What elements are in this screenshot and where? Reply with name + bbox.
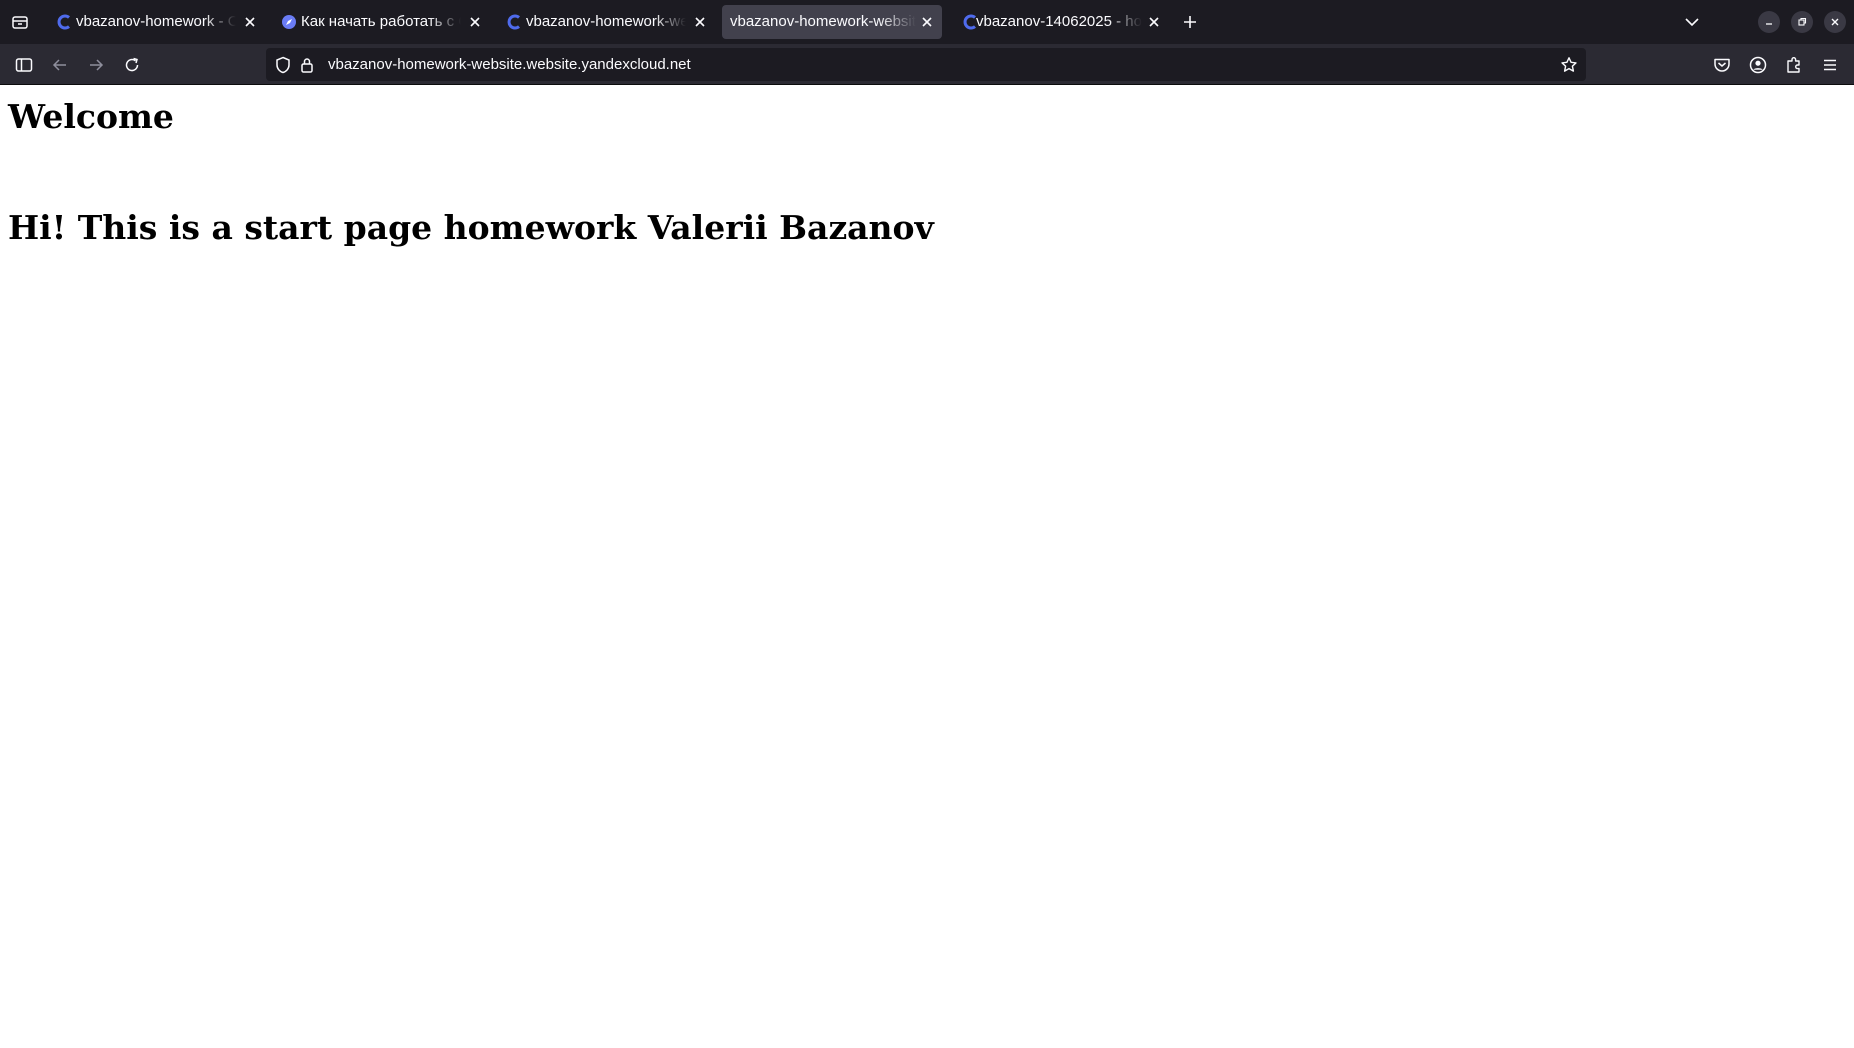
close-icon [1831,18,1839,26]
puzzle-piece-icon [1787,57,1800,73]
tab-3[interactable]: vbazanov-homework-web [496,5,710,39]
tab-title: vbazanov-14062025 - hom [976,13,1142,30]
plus-icon [1184,16,1196,28]
list-all-tabs-button[interactable] [1680,10,1704,34]
chevron-down-icon [1685,18,1699,27]
tab-title: vbazanov-homework-web [526,13,686,30]
minimize-icon [1766,23,1772,25]
tab-2[interactable]: Как начать работать с Се [271,5,485,39]
account-icon [1749,56,1767,74]
page-content: Welcome Hi! This is a start page homewor… [0,86,1854,1048]
sidebar-icon [15,58,33,72]
yandex-cloud-icon [506,14,522,30]
arrow-left-icon [52,59,66,71]
bookmark-star-icon[interactable] [1559,55,1579,75]
tracking-protection-shield-icon[interactable] [273,55,293,75]
reload-button[interactable] [119,52,145,78]
tab-title: vbazanov-homework-website [730,13,916,30]
minimize-button[interactable] [1758,11,1780,33]
tab-5[interactable]: vbazanov-14062025 - hom [952,5,1166,39]
lock-icon[interactable] [297,55,317,75]
firefox-view-icon [12,16,28,29]
reload-icon [125,57,139,72]
close-icon[interactable] [242,14,258,30]
back-button[interactable] [47,52,73,78]
compass-icon [281,14,297,30]
pocket-button[interactable] [1709,52,1735,78]
url-text[interactable]: vbazanov-homework-website.website.yandex… [328,48,691,81]
account-button[interactable] [1745,52,1771,78]
restore-button[interactable] [1791,11,1813,33]
tab-4-active[interactable]: vbazanov-homework-website [722,5,942,39]
sidebar-toggle-button[interactable] [11,52,37,78]
restore-icon [1798,17,1807,26]
firefox-view-button[interactable] [8,10,32,34]
close-icon[interactable] [467,14,483,30]
close-icon[interactable] [692,14,708,30]
close-icon[interactable] [919,14,935,30]
tab-title: vbazanov-homework - Об [76,13,236,30]
close-icon[interactable] [1146,14,1162,30]
page-heading-intro: Hi! This is a start page homework Valeri… [8,208,934,247]
page-heading-welcome: Welcome [8,97,174,136]
new-tab-button[interactable] [1178,10,1202,34]
tab-title: Как начать работать с Се [301,13,461,30]
arrow-right-icon [90,59,104,71]
tab-1[interactable]: vbazanov-homework - Об [46,5,260,39]
yandex-cloud-icon [56,14,72,30]
tab-strip: vbazanov-homework - Об Как начать работа… [0,0,1854,44]
app-menu-button[interactable] [1817,52,1843,78]
pocket-icon [1714,58,1730,72]
navigation-toolbar: vbazanov-homework-website.website.yandex… [0,44,1854,85]
window-close-button[interactable] [1824,11,1846,33]
address-bar[interactable]: vbazanov-homework-website.website.yandex… [266,48,1586,81]
hamburger-menu-icon [1824,59,1836,71]
extensions-button[interactable] [1781,52,1807,78]
forward-button[interactable] [83,52,109,78]
